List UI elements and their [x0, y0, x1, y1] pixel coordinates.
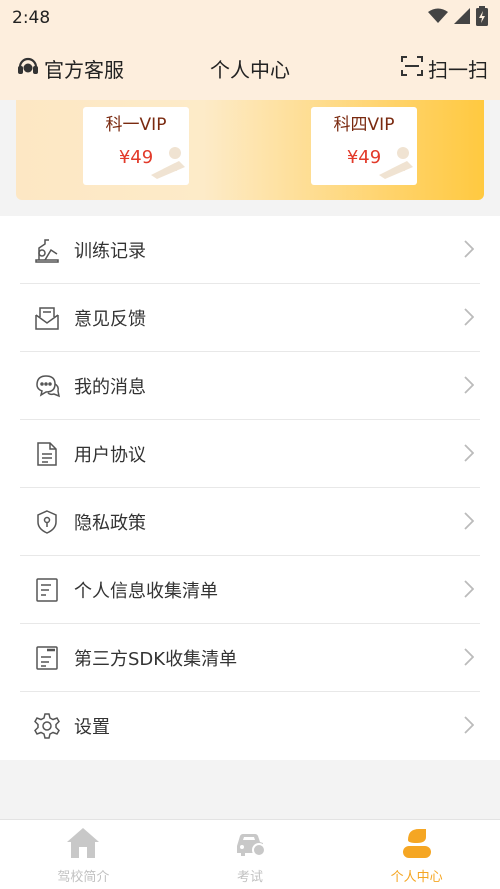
app-root: 2:48 官方客服 个人中心 扫一扫 科一VIP ¥49 科四VIP ¥49 训…: [0, 0, 500, 889]
tab-label: 考试: [237, 870, 264, 885]
steering-wheel-icon: [149, 145, 187, 183]
wifi-icon: [428, 8, 448, 28]
menu-item-label: 第三方SDK收集清单: [74, 649, 238, 670]
sdk-list-icon: [32, 643, 62, 673]
tab-label: 驾校简介: [57, 870, 110, 885]
status-time: 2:48: [12, 8, 51, 28]
message-icon: [32, 371, 62, 401]
feedback-icon: [32, 303, 62, 333]
tab-school-intro[interactable]: 驾校简介: [0, 820, 167, 889]
menu-item-label: 我的消息: [74, 377, 146, 398]
menu-item-label: 训练记录: [74, 241, 146, 262]
vip-banner: 科一VIP ¥49 科四VIP ¥49: [16, 100, 484, 200]
shield-icon: [32, 507, 62, 537]
menu-item-settings[interactable]: 设置: [0, 692, 500, 760]
vip-card-name: 科一VIP: [105, 115, 167, 135]
vip-card-subject1[interactable]: 科一VIP ¥49: [83, 107, 189, 185]
steering-wheel-icon: [377, 145, 415, 183]
chevron-right-icon: [464, 512, 475, 534]
chevron-right-icon: [464, 716, 475, 738]
tab-exam[interactable]: 考试: [167, 820, 334, 889]
scan-icon: [400, 54, 424, 83]
person-icon: [400, 826, 434, 864]
menu-item-training-record[interactable]: 训练记录: [0, 216, 500, 284]
menu-item-user-agreement[interactable]: 用户协议: [0, 420, 500, 488]
vip-card-name: 科四VIP: [333, 115, 395, 135]
battery-icon: [476, 6, 488, 30]
training-record-icon: [32, 235, 62, 265]
list-icon: [32, 575, 62, 605]
menu-item-privacy-policy[interactable]: 隐私政策: [0, 488, 500, 556]
headset-icon: [16, 54, 40, 83]
menu-item-personal-info-list[interactable]: 个人信息收集清单: [0, 556, 500, 624]
chevron-right-icon: [464, 240, 475, 262]
scan-button[interactable]: 扫一扫: [400, 54, 488, 83]
status-icons: [428, 6, 488, 30]
signal-icon: [454, 8, 470, 28]
menu-item-label: 设置: [74, 717, 110, 738]
status-bar: 2:48: [0, 0, 500, 36]
menu-item-messages[interactable]: 我的消息: [0, 352, 500, 420]
car-icon: [233, 826, 267, 864]
menu-item-third-party-sdk-list[interactable]: 第三方SDK收集清单: [0, 624, 500, 692]
customer-service-button[interactable]: 官方客服: [16, 54, 124, 83]
gear-icon: [32, 711, 62, 741]
tab-personal-center[interactable]: 个人中心: [333, 820, 500, 889]
chevron-right-icon: [464, 308, 475, 330]
home-icon: [66, 826, 100, 864]
menu-item-feedback[interactable]: 意见反馈: [0, 284, 500, 352]
chevron-right-icon: [464, 444, 475, 466]
menu-item-label: 意见反馈: [74, 309, 146, 330]
document-icon: [32, 439, 62, 469]
chevron-right-icon: [464, 376, 475, 398]
header: 官方客服 个人中心 扫一扫: [0, 36, 500, 100]
settings-menu: 训练记录 意见反馈 我的消息 用户协议 隐私政策 个人信息收集清单 第三方SDK…: [0, 216, 500, 760]
chevron-right-icon: [464, 648, 475, 670]
tab-label: 个人中心: [390, 870, 443, 885]
chevron-right-icon: [464, 580, 475, 602]
scan-label: 扫一扫: [428, 57, 488, 82]
menu-item-label: 隐私政策: [74, 513, 146, 534]
menu-item-label: 个人信息收集清单: [74, 581, 218, 602]
customer-service-label: 官方客服: [44, 57, 124, 82]
vip-card-subject4[interactable]: 科四VIP ¥49: [311, 107, 417, 185]
bottom-tab-bar: 驾校简介 考试 个人中心: [0, 819, 500, 889]
menu-item-label: 用户协议: [74, 445, 146, 466]
